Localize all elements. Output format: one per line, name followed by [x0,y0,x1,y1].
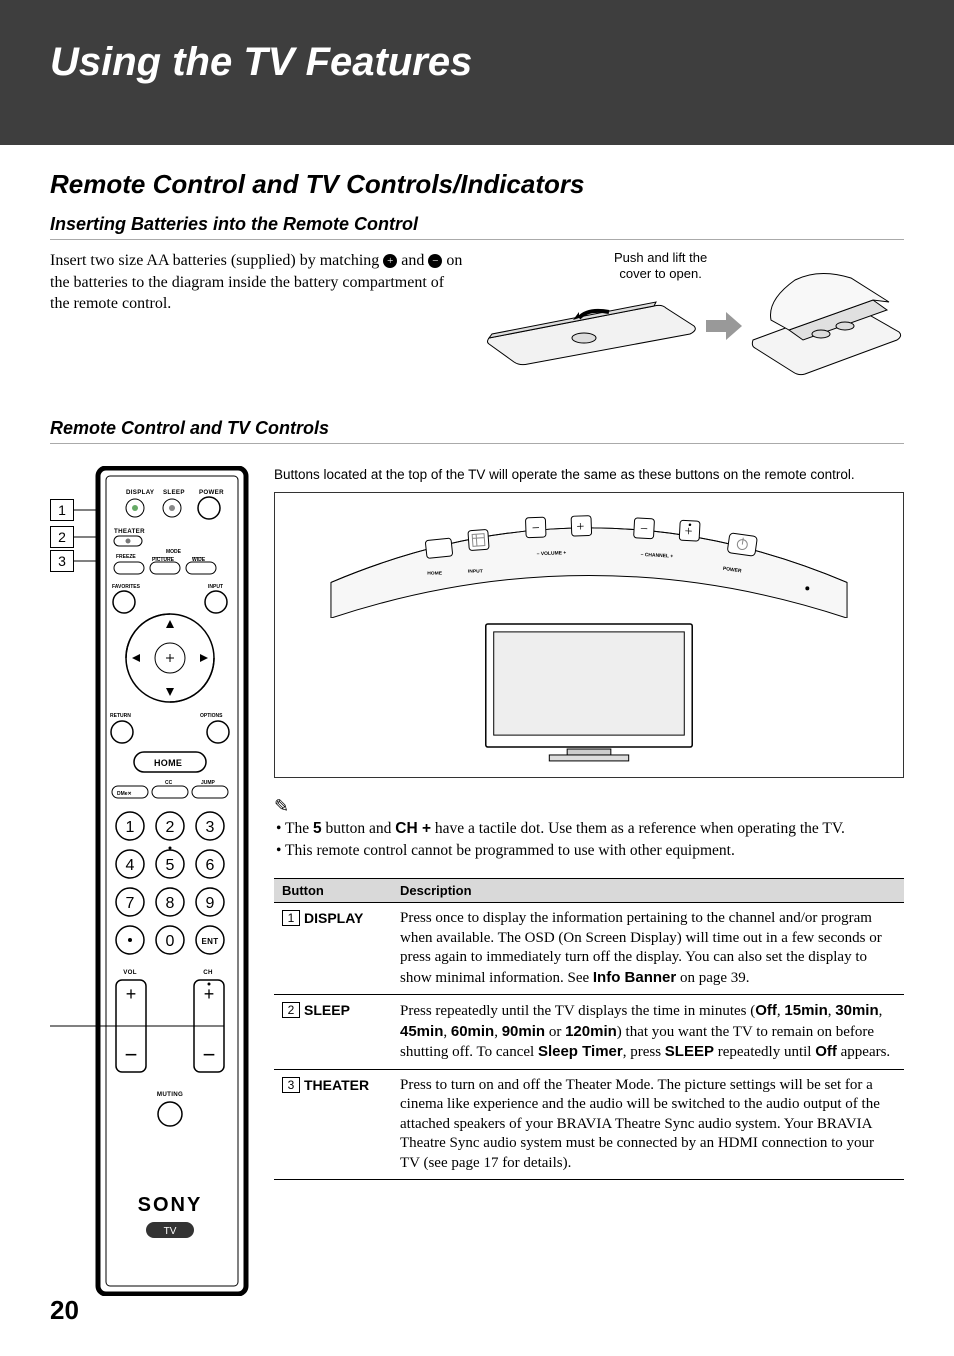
plus-icon: + [383,254,397,268]
tv-top-note: Buttons located at the top of the TV wil… [274,466,904,484]
svg-text:1: 1 [126,819,135,836]
button-cell: 1DISPLAY [274,903,392,995]
right-column: Buttons located at the top of the TV wil… [274,466,904,1296]
svg-text:– VOLUME +: – VOLUME + [537,550,567,557]
remote-diagram: 1 2 3 DISPLAY SLEEP POWER [50,466,250,1296]
tv-top-panel-illustration: HOME INPUT − + – VOLUME + − + – CHANN [329,503,849,618]
button-number: 2 [282,1002,300,1018]
button-number: 3 [282,1077,300,1093]
svg-text:−: − [532,521,541,536]
direction-arrow-icon [706,312,742,340]
intro-text: Insert two size AA batteries (supplied) … [50,250,464,390]
svg-text:−: − [125,1042,138,1067]
svg-text:−: − [203,1042,216,1067]
svg-text:3: 3 [206,819,215,836]
svg-text:ENT: ENT [202,937,219,946]
svg-text:RETURN: RETURN [110,713,131,719]
table-row: 1DISPLAY Press once to display the infor… [274,903,904,995]
svg-text:FAVORITES: FAVORITES [112,584,141,590]
subsection-2-heading: Remote Control and TV Controls [50,414,904,444]
button-name: SLEEP [304,1002,350,1018]
section-heading: Remote Control and TV Controls/Indicator… [50,169,904,200]
remote-cover-closed-illustration [484,288,699,366]
button-number: 1 [282,910,300,926]
svg-text:INPUT: INPUT [468,568,483,574]
button-cell: 2SLEEP [274,995,392,1070]
tv-front-illustration [479,618,699,767]
page-number: 20 [50,1295,79,1326]
remote-column: 1 2 3 DISPLAY SLEEP POWER [50,466,250,1296]
svg-text:−: − [640,522,649,537]
tv-figure: HOME INPUT − + – VOLUME + − + – CHANN [274,492,904,778]
note-icon: ✎ [274,796,289,817]
svg-text:HOME: HOME [154,758,182,768]
battery-caption-line1: Push and lift the [614,250,707,265]
desc-cell: Press to turn on and off the Theater Mod… [392,1069,904,1180]
svg-text:+: + [576,519,585,534]
lower-row: 1 2 3 DISPLAY SLEEP POWER [50,466,904,1296]
svg-text:CC: CC [165,780,173,786]
svg-text:THEATER: THEATER [114,528,145,535]
page-content: Remote Control and TV Controls/Indicator… [0,145,954,1296]
minus-icon: − [428,254,442,268]
svg-text:6: 6 [206,857,215,874]
svg-text:SLEEP: SLEEP [163,489,185,496]
svg-text:MODE: MODE [166,549,182,555]
table-row: 3THEATER Press to turn on and off the Th… [274,1069,904,1180]
svg-text:5: 5 [166,857,175,874]
desc-cell: Press once to display the information pe… [392,903,904,995]
svg-text:4: 4 [126,857,135,874]
svg-text:HOME: HOME [427,570,443,576]
svg-text:VOL: VOL [123,969,137,976]
remote-cover-open-illustration [749,270,904,378]
intro-text-pre: Insert two size AA batteries (supplied) … [50,252,383,269]
chapter-band: Using the TV Features [0,0,954,145]
svg-text:9: 9 [206,895,215,912]
svg-text:SONY: SONY [138,1194,203,1216]
note-1: The 5 button and CH + have a tactile dot… [274,819,904,840]
svg-text:TV: TV [164,1226,177,1237]
svg-text:7: 7 [126,895,135,912]
svg-text:MUTING: MUTING [157,1091,183,1098]
note-2: This remote control cannot be programmed… [274,841,904,862]
battery-figure: Push and lift the cover to open. [484,250,904,390]
svg-text:+: + [126,984,137,1004]
svg-text:8: 8 [166,895,175,912]
svg-text:POWER: POWER [199,489,224,496]
button-name: DISPLAY [304,910,363,926]
svg-text:JUMP: JUMP [201,780,216,786]
battery-caption: Push and lift the cover to open. [614,250,707,281]
remote-svg: DISPLAY SLEEP POWER THEATER FREEZE MODE … [50,466,250,1296]
button-name: THEATER [304,1077,369,1093]
buttons-table: Button Description 1DISPLAY Press once t… [274,878,904,1180]
svg-text:DISPLAY: DISPLAY [126,489,155,496]
desc-cell: Press repeatedly until the TV displays t… [392,995,904,1070]
notes-block: ✎ The 5 button and CH + have a tactile d… [274,796,904,863]
th-desc: Description [392,879,904,903]
svg-text:CH: CH [203,969,213,976]
svg-text:DMe✕: DMe✕ [117,791,132,797]
svg-text:2: 2 [166,819,175,836]
button-cell: 3THEATER [274,1069,392,1180]
svg-text:+: + [684,524,693,539]
table-row: 2SLEEP Press repeatedly until the TV dis… [274,995,904,1070]
intro-text-mid: and [401,252,428,269]
svg-text:OPTIONS: OPTIONS [200,713,223,719]
battery-caption-line2: cover to open. [619,266,701,281]
chapter-title: Using the TV Features [50,12,904,95]
svg-text:FREEZE: FREEZE [116,554,136,560]
th-button: Button [274,879,392,903]
callout-3: 3 [50,550,74,572]
subsection-1-heading: Inserting Batteries into the Remote Cont… [50,210,904,240]
svg-text:0: 0 [166,933,175,950]
svg-text:INPUT: INPUT [208,584,223,590]
svg-text:+: + [204,984,215,1004]
intro-row: Insert two size AA batteries (supplied) … [50,250,904,390]
callout-2: 2 [50,526,74,548]
callout-1: 1 [50,499,74,521]
